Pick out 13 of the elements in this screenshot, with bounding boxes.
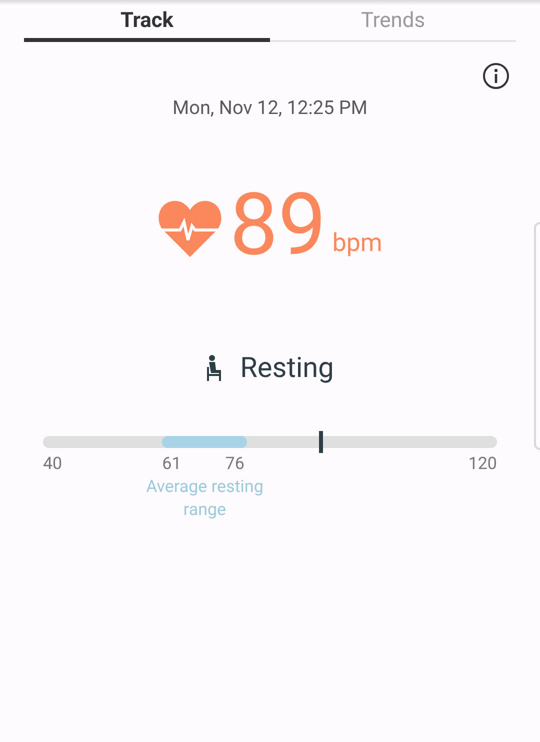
heart-rate-value: 89	[230, 184, 326, 264]
date-time: Mon, Nov 12, 12:25 PM	[172, 95, 368, 121]
scale-label: 61	[162, 452, 182, 476]
heart-rate-unit: bpm	[332, 228, 382, 260]
heart-pulse-icon	[158, 198, 222, 256]
edge-panel-handle[interactable]	[534, 222, 540, 450]
activity-state: Resting	[240, 350, 334, 386]
tab[interactable]: Track	[24, 5, 270, 42]
range-caption: Average resting range	[145, 476, 264, 522]
scale-label: 120	[468, 452, 497, 476]
info-icon[interactable]	[482, 62, 510, 90]
scale-label: 76	[225, 452, 244, 476]
scale-label: 40	[43, 452, 62, 476]
